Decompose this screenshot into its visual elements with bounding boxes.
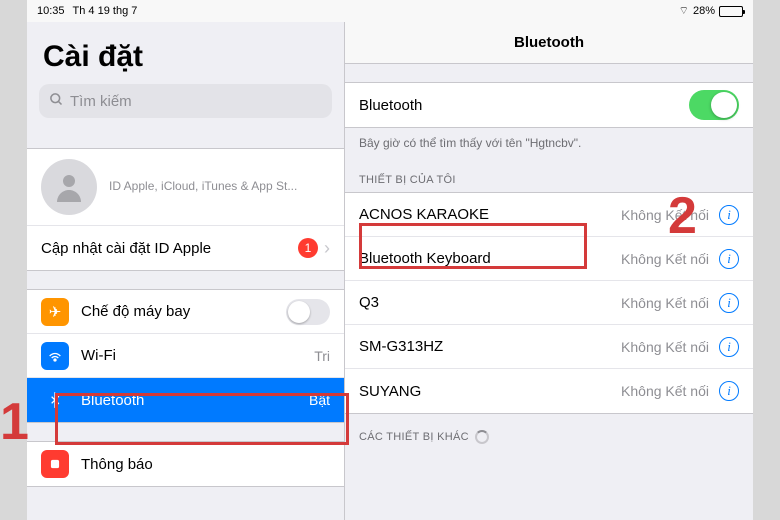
battery-percent: 28% bbox=[693, 5, 715, 17]
callout-number-1: 1 bbox=[0, 392, 29, 452]
page-title: Cài đặt bbox=[27, 22, 344, 84]
my-devices-header: THIẾT BỊ CỦA TÔI bbox=[345, 158, 753, 192]
other-devices-header: CÁC THIẾT BỊ KHÁC bbox=[345, 414, 753, 450]
info-icon[interactable]: i bbox=[719, 205, 739, 225]
status-bar: 10:35 Th 4 19 thg 7 ⌔ 28% bbox=[27, 0, 753, 22]
device-row[interactable]: Bluetooth Keyboard Không Kết nối i bbox=[345, 237, 753, 281]
discoverable-text: Bây giờ có thể tìm thấy với tên "Hgtncbv… bbox=[345, 128, 753, 158]
device-row[interactable]: Q3 Không Kết nối i bbox=[345, 281, 753, 325]
profile-subtitle: ID Apple, iCloud, iTunes & App St... bbox=[109, 179, 297, 195]
sidebar-item-notifications[interactable]: Thông báo bbox=[27, 442, 344, 486]
info-icon[interactable]: i bbox=[719, 337, 739, 357]
sidebar-item-wifi[interactable]: Wi-Fi Tri bbox=[27, 334, 344, 378]
wifi-icon: ⌔ bbox=[679, 4, 689, 18]
info-icon[interactable]: i bbox=[719, 381, 739, 401]
wifi-settings-icon bbox=[41, 342, 69, 370]
device-row[interactable]: SUYANG Không Kết nối i bbox=[345, 369, 753, 413]
sidebar-item-bluetooth[interactable]: Bluetooth Bật bbox=[27, 378, 344, 422]
bluetooth-toggle[interactable] bbox=[689, 90, 739, 120]
info-icon[interactable]: i bbox=[719, 293, 739, 313]
airplane-toggle[interactable] bbox=[286, 299, 330, 325]
notification-badge: 1 bbox=[298, 238, 318, 258]
search-icon bbox=[49, 92, 64, 111]
status-date: Th 4 19 thg 7 bbox=[73, 5, 138, 17]
detail-title: Bluetooth bbox=[345, 22, 753, 64]
status-time: 10:35 bbox=[37, 5, 65, 17]
bluetooth-master-toggle-row[interactable]: Bluetooth bbox=[345, 83, 753, 127]
search-input[interactable]: Tìm kiếm bbox=[39, 84, 332, 118]
airplane-icon: ✈ bbox=[41, 298, 69, 326]
sidebar-item-airplane-mode[interactable]: ✈ Chế độ máy bay bbox=[27, 290, 344, 334]
bluetooth-icon bbox=[41, 386, 69, 414]
sidebar-item-update-apple-id[interactable]: Cập nhật cài đặt ID Apple 1 › bbox=[27, 226, 344, 270]
battery-icon bbox=[719, 6, 743, 17]
detail-pane: Bluetooth Bluetooth Bây giờ có thể tìm t… bbox=[345, 22, 753, 520]
search-placeholder: Tìm kiếm bbox=[70, 93, 132, 110]
spinner-icon bbox=[475, 430, 489, 444]
device-row[interactable]: SM-G313HZ Không Kết nối i bbox=[345, 325, 753, 369]
avatar-icon bbox=[41, 159, 97, 215]
device-row[interactable]: ACNOS KARAOKE Không Kết nối i bbox=[345, 193, 753, 237]
chevron-right-icon: › bbox=[324, 238, 330, 259]
info-icon[interactable]: i bbox=[719, 249, 739, 269]
notifications-icon bbox=[41, 450, 69, 478]
settings-sidebar: Cài đặt Tìm kiếm ID Apple, iCloud, iTune… bbox=[27, 22, 345, 520]
sidebar-item-apple-id[interactable]: ID Apple, iCloud, iTunes & App St... bbox=[27, 149, 344, 226]
